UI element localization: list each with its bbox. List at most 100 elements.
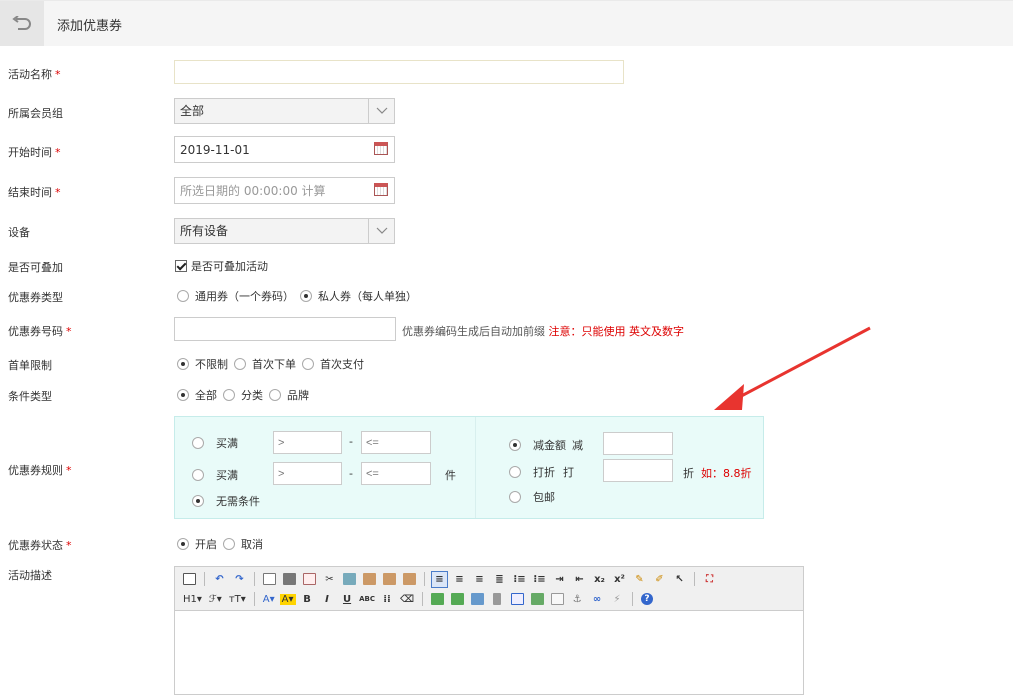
strikethrough-icon[interactable]: ABC [359,591,376,608]
stackable-checkbox[interactable] [175,260,187,272]
rule-buy-qty-max-input[interactable] [361,462,431,485]
cut-icon[interactable]: ✂ [321,571,338,588]
rule-no-condition-radio[interactable] [192,495,204,507]
group-select-value: 全部 [180,104,205,118]
font-color-icon[interactable]: A▾ [261,594,277,605]
device-select[interactable]: 所有设备 [174,218,395,244]
editor-content-area[interactable] [175,611,803,694]
first-order-radio-none[interactable] [177,358,189,370]
back-button[interactable] [0,1,44,46]
status-radio-off[interactable] [223,538,235,550]
fullscreen-icon[interactable]: ⛶ [701,571,718,588]
rule-discount-label: 打折 [533,466,555,479]
undo-icon[interactable]: ↶ [211,571,228,588]
subscript-icon[interactable]: x₂ [591,571,608,588]
rules-label: 优惠券规则 * [8,464,72,477]
condition-radio-category[interactable] [223,389,235,401]
rule-buy-amount-max-input[interactable] [361,431,431,454]
source-code-icon[interactable] [181,571,198,588]
underline-icon[interactable]: U [339,591,356,608]
condition-brand-label: 品牌 [287,389,309,402]
italic-icon[interactable]: I [319,591,336,608]
stackable-checkbox-label: 是否可叠加活动 [191,260,268,273]
coupon-code-input[interactable] [174,317,396,341]
status-on-label: 开启 [195,538,217,551]
eraser-icon[interactable]: ⌫ [399,591,416,608]
align-center-icon[interactable]: ≡ [451,571,468,588]
start-date-input[interactable] [174,136,395,163]
cursor-icon[interactable]: ↖ [671,571,688,588]
group-select[interactable]: 全部 [174,98,395,124]
preview-icon[interactable] [261,571,278,588]
attachment-icon[interactable] [489,591,506,608]
first-order-label: 首单限制 [8,359,52,372]
rule-reduce-input[interactable] [603,432,673,455]
redo-icon[interactable]: ↷ [231,571,248,588]
bold-icon[interactable]: B [299,591,316,608]
align-justify-icon[interactable]: ≣ [491,571,508,588]
anchor-icon[interactable]: ⚓ [569,591,586,608]
align-right-icon[interactable]: ≡ [471,571,488,588]
first-order-options: 不限制 首次下单 首次支付 [177,356,370,372]
rule-free-shipping-radio[interactable] [509,491,521,503]
ordered-list-icon[interactable]: ⁝≡ [511,571,528,588]
end-date-field [174,177,395,204]
calendar-icon[interactable] [374,183,388,196]
rule-reduce-radio[interactable] [509,439,521,451]
stackable-label: 是否可叠加 [8,261,63,274]
condition-radio-brand[interactable] [269,389,281,401]
annotation-arrow-icon [714,326,871,410]
help-icon[interactable]: ? [639,591,656,608]
rule-discount-unit: 折 如：8.8折 [683,467,752,480]
outdent-icon[interactable]: ⇤ [571,571,588,588]
highlight-color-icon[interactable]: A▾ [279,593,296,605]
calendar-icon[interactable] [374,142,388,155]
rule-buy-qty-option: 买满 [192,467,244,483]
coupon-type-label: 优惠券类型 [8,291,63,304]
rule-buy-amount-min-input[interactable] [273,431,342,454]
horizontal-rule-icon[interactable] [549,591,566,608]
condition-all-label: 全部 [195,389,217,402]
copy-icon[interactable] [341,571,358,588]
name-input[interactable] [174,60,624,84]
rule-buy-qty-radio[interactable] [192,469,204,481]
stackable-option: 是否可叠加活动 [175,258,274,274]
link-icon[interactable]: ∞ [589,591,606,608]
coupon-type-radio-private[interactable] [300,290,312,302]
superscript-icon[interactable]: x² [611,571,628,588]
chevron-down-icon [368,219,394,243]
line-height-icon[interactable]: ⁞⁞ [379,591,396,608]
rule-buy-qty-min-input[interactable] [273,462,342,485]
page-break-icon[interactable] [529,591,546,608]
first-order-radio-first-pay[interactable] [302,358,314,370]
status-label: 优惠券状态 * [8,539,72,552]
template-icon[interactable] [301,571,318,588]
table-icon[interactable] [509,591,526,608]
font-family-dropdown[interactable]: ℱ▾ [207,594,224,605]
rule-discount-radio[interactable] [509,466,521,478]
indent-icon[interactable]: ⇥ [551,571,568,588]
first-order-radio-first-order[interactable] [234,358,246,370]
unlink-icon[interactable]: ⚡ [609,591,626,608]
image-icon[interactable] [429,591,446,608]
print-icon[interactable] [281,571,298,588]
clear-format-icon[interactable]: ✎ [631,571,648,588]
video-icon[interactable] [469,591,486,608]
align-left-icon[interactable]: ≡ [431,570,448,588]
paste-word-icon[interactable] [401,571,418,588]
status-radio-on[interactable] [177,538,189,550]
coupon-type-options: 通用券（一个券码） 私人券（每人单独） [177,288,423,304]
rule-discount-input[interactable] [603,459,673,482]
multi-image-icon[interactable] [449,591,466,608]
coupon-type-radio-general[interactable] [177,290,189,302]
heading-dropdown[interactable]: H1▾ [181,594,204,605]
condition-radio-all[interactable] [177,389,189,401]
select-all-icon[interactable]: ✐ [651,571,668,588]
font-size-dropdown[interactable]: тT▾ [227,594,248,605]
rule-buy-amount-radio[interactable] [192,437,204,449]
unordered-list-icon[interactable]: ⁝≡ [531,571,548,588]
paste-icon[interactable] [361,571,378,588]
paste-text-icon[interactable] [381,571,398,588]
end-date-input[interactable] [174,177,395,204]
toolbar-separator [421,592,423,606]
